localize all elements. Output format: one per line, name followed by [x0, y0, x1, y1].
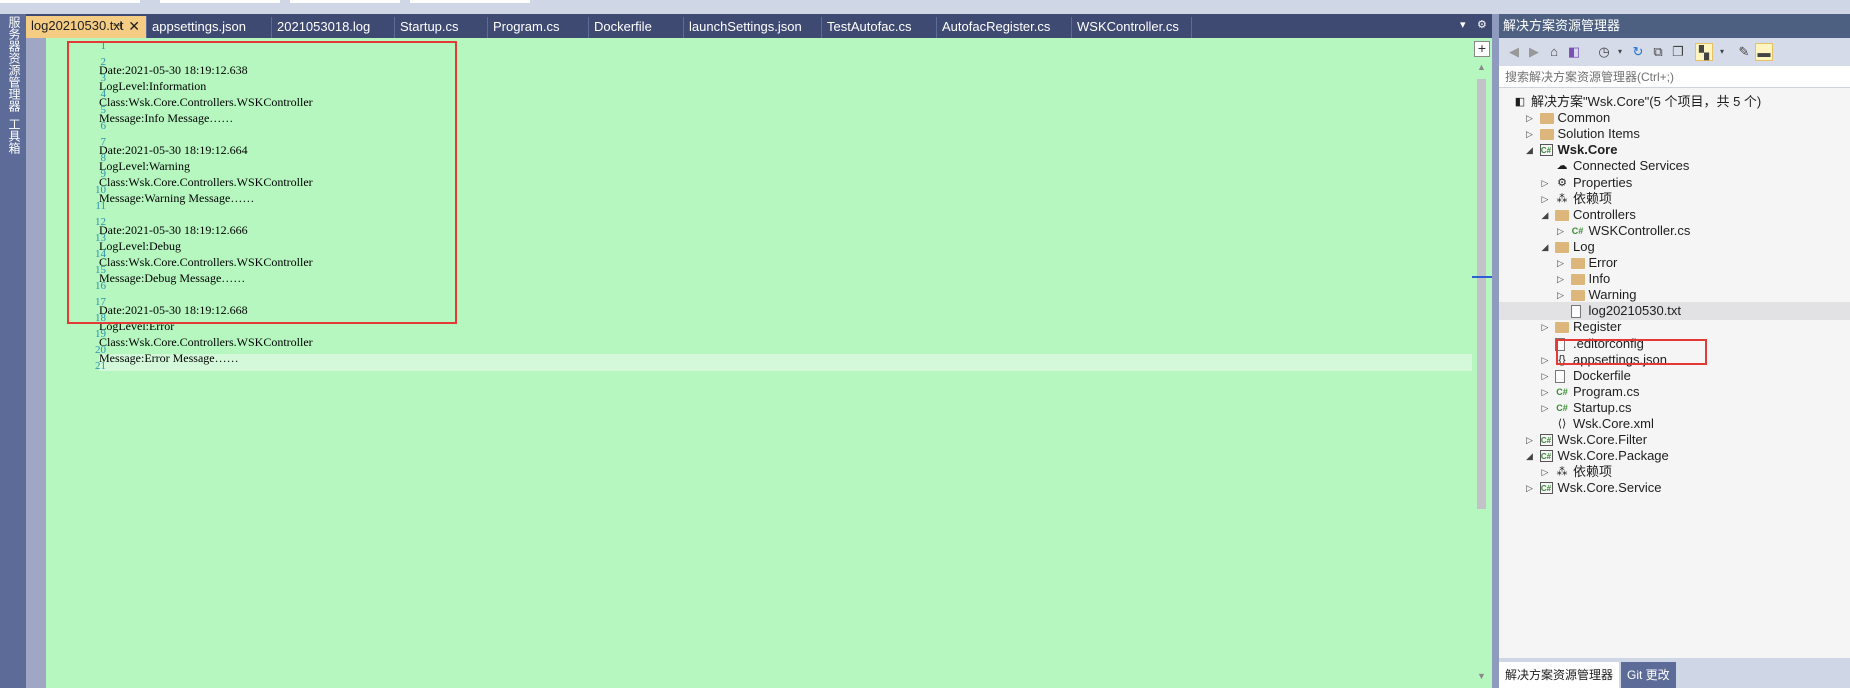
- folder-icon: [1570, 274, 1585, 286]
- tab-wskcontroller-cs[interactable]: WSKController.cs: [1072, 17, 1192, 38]
- deps-icon: ⁂: [1556, 192, 1568, 205]
- properties-icon[interactable]: ✎: [1735, 43, 1753, 61]
- solution-icon: ◧: [1514, 96, 1526, 108]
- folder-icon: [1539, 129, 1554, 141]
- file-icon: [1555, 369, 1565, 383]
- tab-testautofac-cs[interactable]: TestAutofac.cs: [822, 17, 937, 38]
- solution-explorer-title: 解决方案资源管理器: [1499, 14, 1850, 38]
- bottom-tab-strip: 解决方案资源管理器 Git 更改: [1499, 658, 1850, 688]
- tab-label: Startup.cs: [400, 19, 459, 34]
- tab-dockerfile[interactable]: Dockerfile: [589, 17, 684, 38]
- tab-2021053018-log[interactable]: 2021053018.log: [272, 17, 395, 38]
- history-dropdown-icon[interactable]: ▾: [1611, 43, 1629, 61]
- project-icon: C#: [1539, 450, 1553, 463]
- folder-icon: [1555, 241, 1569, 253]
- xml-icon: ⟨⟩: [1557, 418, 1567, 430]
- solution-tree: ◧ 解决方案"Wsk.Core"(5 个项目，共 5 个) ▷ Common ▷ Solu…: [1499, 88, 1850, 658]
- wrench-icon: ⚙: [1557, 176, 1567, 189]
- tab-label: WSKController.cs: [1077, 19, 1179, 34]
- tab-log20210530-txt[interactable]: log20210530.txt ⊣ ✕: [26, 16, 147, 38]
- project-icon: C#: [1539, 482, 1553, 495]
- scroll-up-arrow-icon[interactable]: ▲: [1477, 62, 1486, 72]
- folder-icon: [1570, 290, 1585, 302]
- top-strip: [0, 0, 1850, 14]
- tab-label: Program.cs: [493, 19, 560, 34]
- left-tool-rail: 服务器资源管理器 工具箱: [0, 14, 26, 688]
- document-tab-bar: log20210530.txt ⊣ ✕ appsettings.json 202…: [26, 14, 1492, 38]
- show-all-files-icon[interactable]: ▚: [1695, 43, 1713, 61]
- current-line-highlight: [99, 354, 1486, 371]
- tab-label: Dockerfile: [594, 19, 652, 34]
- project-icon: C#: [1539, 434, 1553, 447]
- folder-icon: [1555, 322, 1569, 334]
- editor-margin: [26, 38, 46, 688]
- code-line: Class:Wsk.Core.Controllers.WSKController: [99, 335, 313, 349]
- project-icon: C#: [1539, 144, 1553, 157]
- collapsed-arrow-icon[interactable]: ▷: [1525, 479, 1535, 497]
- tab-label: AutofacRegister.cs: [942, 19, 1051, 34]
- solution-explorer-toolbar: ◀ ▶ ⌂ ◧ ◷ ▾ ↻ ⧉ ❐ ▚ ▾ ✎ ▬: [1499, 38, 1850, 66]
- collapse-all-icon[interactable]: ⧉: [1649, 43, 1667, 61]
- folder-icon: [1555, 209, 1569, 221]
- tree-item-label: Wsk.Core.Service: [1557, 480, 1662, 496]
- tab-label: log20210530.txt: [31, 18, 124, 33]
- solution-search-input[interactable]: 搜索解决方案资源管理器(Ctrl+;): [1499, 66, 1850, 88]
- cs-icon: C#: [1571, 225, 1584, 236]
- scrollbar-thumb[interactable]: [1477, 79, 1486, 509]
- close-icon[interactable]: ✕: [128, 16, 140, 36]
- scroll-down-arrow-icon[interactable]: ▼: [1477, 671, 1486, 681]
- visual-studio-window: 服务器资源管理器 工具箱 log20210530.txt ⊣ ✕ appsett…: [0, 0, 1850, 688]
- folder-icon: [1570, 258, 1585, 269]
- folder-icon: [1539, 113, 1554, 125]
- tab-appsettings-json[interactable]: appsettings.json: [147, 17, 272, 38]
- forward-icon[interactable]: ▶: [1525, 43, 1543, 61]
- copy-icon[interactable]: ❐: [1669, 43, 1687, 61]
- tab-startup-cs[interactable]: Startup.cs: [395, 17, 488, 38]
- server-explorer-tab[interactable]: 服务器资源管理器: [5, 16, 21, 112]
- annotation-red-box-tree: [1556, 339, 1707, 365]
- refresh-icon[interactable]: ↻: [1629, 43, 1647, 61]
- tab-label: 2021053018.log: [277, 19, 371, 34]
- editor-vertical-scrollbar[interactable]: + ▲ ▼: [1472, 38, 1492, 688]
- tab-program-cs[interactable]: Program.cs: [488, 17, 589, 38]
- tab-autofacregister-cs[interactable]: AutofacRegister.cs: [937, 17, 1072, 38]
- cloud-icon: ☁: [1556, 160, 1568, 173]
- tab-label: launchSettings.json: [689, 19, 802, 34]
- annotation-red-box: [67, 41, 457, 324]
- view-dropdown-icon[interactable]: ▾: [1713, 43, 1731, 61]
- settings-icon[interactable]: ⚙: [1477, 18, 1487, 31]
- pin-icon[interactable]: ⊣: [112, 16, 122, 36]
- pane-splitter[interactable]: [1492, 14, 1499, 688]
- tree-item-wsk-core-service[interactable]: ▷ C# Wsk.Core.Service: [1499, 479, 1850, 497]
- back-icon[interactable]: ◀: [1505, 43, 1523, 61]
- deps-icon: ⁂: [1556, 466, 1568, 479]
- code-line: Message:Error Message……: [99, 351, 239, 365]
- home-icon[interactable]: ⌂: [1545, 43, 1563, 61]
- toolbox-tab[interactable]: 工具箱: [5, 118, 21, 154]
- scroll-position-marker: [1472, 276, 1492, 278]
- tab-label: TestAutofac.cs: [827, 19, 912, 34]
- preview-icon[interactable]: ▬: [1755, 43, 1773, 61]
- tab-label: appsettings.json: [152, 19, 246, 34]
- text-editor[interactable]: 1 2 3 4 5 6 7 8 9 10 11 12 13 14 15 16 17 18 19 20 21 Date:2…: [26, 38, 1492, 688]
- cs-icon: C#: [1556, 402, 1568, 413]
- tab-launchsettings-json[interactable]: launchSettings.json: [684, 17, 822, 38]
- tab-git-changes[interactable]: Git 更改: [1621, 662, 1676, 688]
- tab-solution-explorer[interactable]: 解决方案资源管理器: [1499, 662, 1620, 688]
- vs-icon[interactable]: ◧: [1565, 43, 1583, 61]
- split-window-button[interactable]: +: [1474, 41, 1490, 57]
- tab-overflow-icon[interactable]: ▾: [1460, 18, 1466, 31]
- cs-icon: C#: [1556, 386, 1568, 397]
- file-icon: [1570, 305, 1581, 319]
